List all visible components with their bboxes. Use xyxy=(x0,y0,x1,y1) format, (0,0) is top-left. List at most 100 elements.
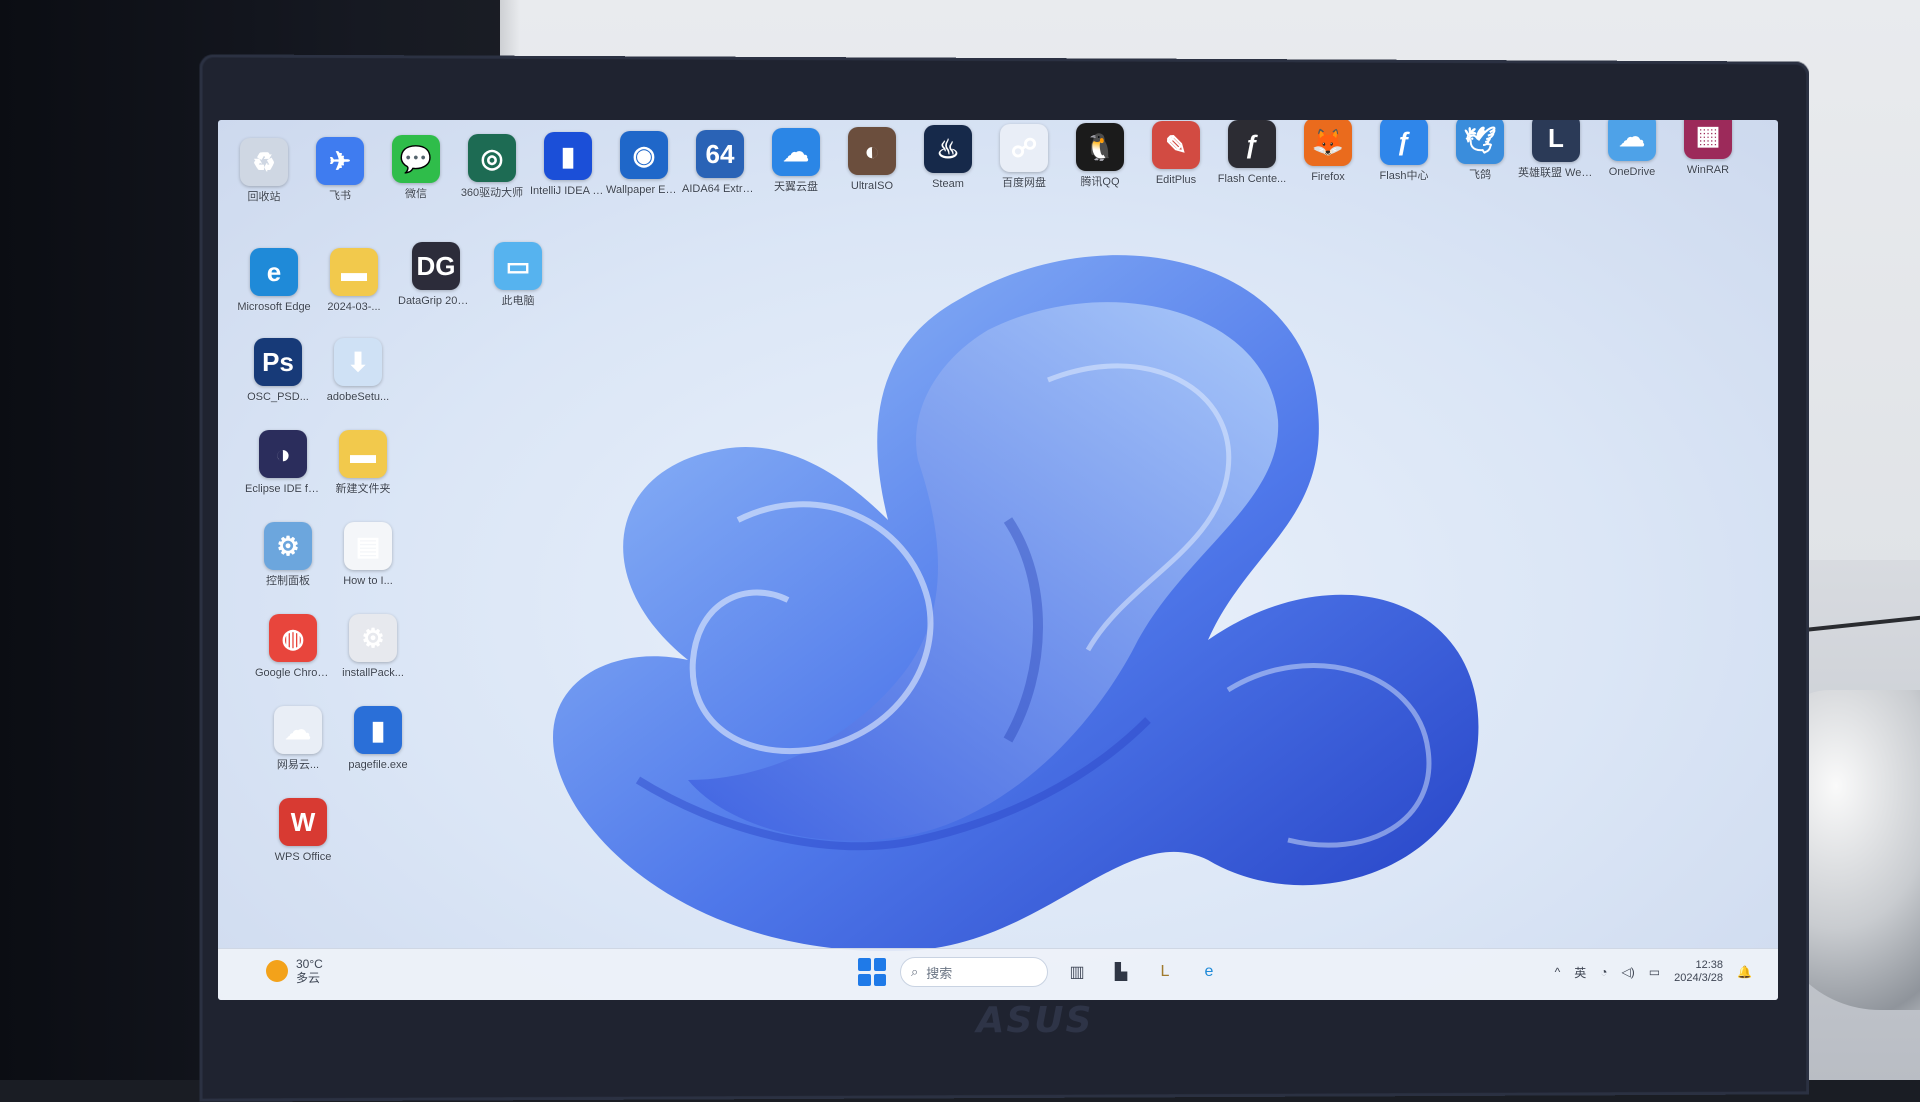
desktop-icon-label: 微信 xyxy=(405,188,427,200)
desktop-icon-label: 回收站 xyxy=(247,191,281,203)
desktop-icon[interactable]: ◎ 360驱动大师 xyxy=(454,134,530,200)
desktop-icon-label: Flash Cente... xyxy=(1217,173,1287,185)
desktop-icon-label: 控制面板 xyxy=(266,575,310,587)
input-method-indicator[interactable]: 英 xyxy=(1574,964,1586,981)
desktop-icon-label: 网易云... xyxy=(276,759,320,771)
installer-icon: ⬇ xyxy=(334,338,382,386)
desktop-icon[interactable]: ☁ 网易云... xyxy=(260,706,336,772)
desktop-icon[interactable]: ◐ UltraISO xyxy=(834,127,910,193)
desktop-icon-label: 百度网盘 xyxy=(1002,177,1046,189)
start-button[interactable] xyxy=(858,958,886,986)
taskbar-search-box[interactable]: ⌕ 搜索 xyxy=(900,957,1048,987)
desktop-icon[interactable]: 64 AIDA64 Extreme xyxy=(682,130,758,196)
search-placeholder: 搜索 xyxy=(926,965,953,981)
desktop-icon-label: WinRAR xyxy=(1686,164,1730,176)
desktop-icon-label: Google Chrome xyxy=(255,667,331,679)
league-icon: L xyxy=(1532,120,1580,162)
wifi-icon[interactable]: ◔ xyxy=(1600,965,1607,979)
exe-icon: ▮ xyxy=(354,706,402,754)
desktop-icon[interactable]: ✎ EditPlus xyxy=(1138,121,1214,187)
desktop-icon-label: AIDA64 Extreme xyxy=(682,183,758,195)
desktop-icon[interactable]: ƒ Flash中心 xyxy=(1366,120,1442,183)
clock-date: 2024/3/28 xyxy=(1674,972,1724,984)
firefox-icon: 🦊 xyxy=(1304,120,1352,166)
desktop-icon[interactable]: ☍ 百度网盘 xyxy=(986,124,1062,190)
desktop-icon-label: Eclipse IDE for Enter... xyxy=(245,483,321,495)
task-view-icon[interactable]: ▥ xyxy=(1062,957,1092,987)
desktop-icon[interactable]: W WPS Office xyxy=(265,798,341,864)
desktop-icon-label: pagefile.exe xyxy=(348,759,408,771)
desktop-icon[interactable]: ◑ Eclipse IDE for Enter... xyxy=(245,430,321,496)
cloud-drive-icon: ☁ xyxy=(772,128,820,176)
notification-icon[interactable]: 🔔 xyxy=(1737,965,1752,979)
league-taskbar-icon[interactable]: L xyxy=(1150,957,1180,987)
desktop-icon[interactable]: ▮ pagefile.exe xyxy=(340,706,416,772)
desktop-icon-label: Firefox xyxy=(1311,171,1345,183)
wps-icon: W xyxy=(279,798,327,846)
desktop-icon[interactable]: ◍ Google Chrome xyxy=(255,614,331,680)
desktop-icon[interactable]: ⚙ 控制面板 xyxy=(250,522,326,588)
desktop-icon[interactable]: 🦊 Firefox xyxy=(1290,120,1366,184)
weather-widget[interactable]: 30°C 多云 xyxy=(266,957,323,985)
desktop-icon[interactable]: ✈ 飞书 xyxy=(302,137,378,203)
tray-chevron-icon[interactable]: ^ xyxy=(1555,965,1561,979)
desktop-icon[interactable]: DG DataGrip 2023.3.4 xyxy=(398,242,474,308)
chrome-icon: ◍ xyxy=(269,614,317,662)
desktop-icon[interactable]: ⚙ installPack... xyxy=(335,614,411,680)
clock-time: 12:38 xyxy=(1695,959,1724,971)
volume-icon[interactable]: ◁) xyxy=(1622,965,1635,979)
desktop-icon[interactable]: ▦ WinRAR xyxy=(1670,120,1746,177)
file-explorer-icon[interactable]: ▙ xyxy=(1106,957,1136,987)
qq-icon: 🐧 xyxy=(1076,123,1124,171)
eclipse-icon: ◑ xyxy=(259,430,307,478)
desktop-icon-label: Flash中心 xyxy=(1379,170,1429,182)
desktop-icon-label: 新建文件夹 xyxy=(335,483,391,495)
desktop-icon[interactable]: Ps OSC_PSD... xyxy=(240,338,316,404)
intellij-icon: ▮ xyxy=(544,132,592,180)
desktop-icon[interactable]: ☁ OneDrive xyxy=(1594,120,1670,179)
ultraiso-icon: ◐ xyxy=(848,127,896,175)
desktop-icon[interactable]: ♨ Steam xyxy=(910,125,986,191)
clock[interactable]: 12:38 2024/3/28 xyxy=(1674,959,1723,985)
desktop-icon-label: WPS Office xyxy=(274,851,332,863)
desktop-icon[interactable]: L 英雄联盟 WeGame版 xyxy=(1518,120,1594,180)
desktop-icon[interactable]: ▤ How to I... xyxy=(330,522,406,588)
flash-center-icon: ƒ xyxy=(1228,120,1276,168)
editplus-icon: ✎ xyxy=(1152,121,1200,169)
desktop-icon[interactable]: ▬ 新建文件夹 xyxy=(325,430,401,496)
edge-taskbar-icon[interactable]: e xyxy=(1194,957,1224,987)
battery-icon[interactable]: ▭ xyxy=(1649,965,1660,979)
desktop-icon[interactable]: ▭ 此电脑 xyxy=(480,242,556,308)
desktop-icon-label: OSC_PSD... xyxy=(247,391,309,403)
wechat-icon: 💬 xyxy=(392,135,440,183)
desktop-icon[interactable]: 🐧 腾讯QQ xyxy=(1062,123,1138,189)
desktop-icon-label: 英雄联盟 WeGame版 xyxy=(1518,167,1594,179)
desktop-icon[interactable]: ♻ 回收站 xyxy=(226,138,302,204)
desktop-icon[interactable]: ◉ Wallpaper Engine：... xyxy=(606,131,682,197)
control-panel-icon: ⚙ xyxy=(264,522,312,570)
desktop-icon-label: 天翼云盘 xyxy=(774,181,818,193)
desktop-icon-label: Steam xyxy=(932,178,964,190)
desktop-icon-label: EditPlus xyxy=(1155,174,1197,186)
desktop-icon[interactable]: ▬ 2024-03-... xyxy=(316,248,392,314)
desktop-icon[interactable]: ▮ IntelliJ IDEA 2023.3.3 xyxy=(530,132,606,198)
install-pack-icon: ⚙ xyxy=(349,614,397,662)
desktop-icon[interactable]: ☁ 天翼云盘 xyxy=(758,128,834,194)
desktop-icon[interactable]: e Microsoft Edge xyxy=(236,248,312,314)
desktop-icon[interactable]: ƒ Flash Cente... xyxy=(1214,120,1290,186)
photoshop-file-icon: Ps xyxy=(254,338,302,386)
desktop-icon[interactable]: 🕊 飞鸽 xyxy=(1442,120,1518,182)
aida64-icon: 64 xyxy=(696,130,744,178)
edge-icon: e xyxy=(250,248,298,296)
desktop-icon-label: UltraISO xyxy=(850,180,894,192)
bird-app-icon: 🕊 xyxy=(1456,120,1504,164)
datagrip-icon: DG xyxy=(412,242,460,290)
desktop-icon[interactable]: 💬 微信 xyxy=(378,135,454,201)
search-icon: ⌕ xyxy=(911,964,919,979)
weather-description: 多云 xyxy=(296,971,321,985)
wallpaper-bloom xyxy=(553,255,1479,952)
taskbar-apps: ▥ ▙ Le xyxy=(1062,957,1224,987)
desktop-icon[interactable]: ⬇ adobeSetu... xyxy=(320,338,396,404)
baidu-netdisk-icon: ☍ xyxy=(1000,124,1048,172)
driver-icon: ◎ xyxy=(468,134,516,182)
